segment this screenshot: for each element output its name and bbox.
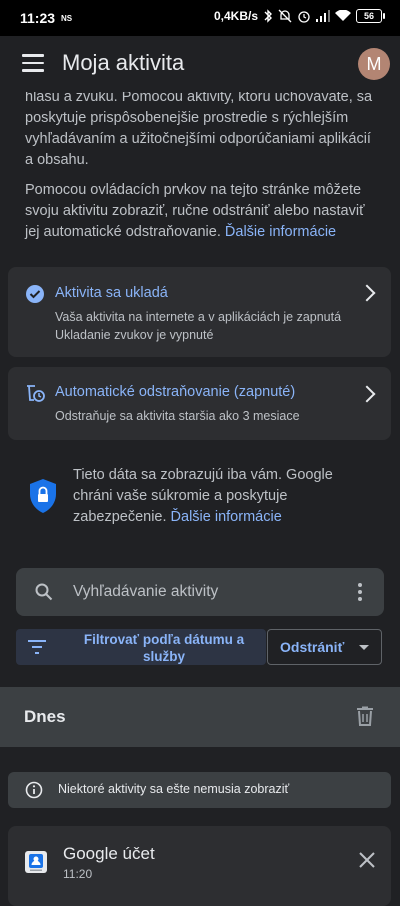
app-bar: Moja aktivita M — [0, 36, 400, 92]
activity-item-title: Google účet — [63, 844, 155, 863]
search-bar[interactable]: Vyhľadávanie aktivity — [16, 568, 384, 616]
page-title: Moja aktivita — [62, 50, 185, 75]
battery-icon: 56 — [356, 9, 385, 23]
shield-lock-icon — [30, 479, 56, 513]
check-circle-icon — [26, 285, 44, 303]
avatar[interactable]: M — [358, 48, 390, 80]
activity-saving-line-2: Ukladanie zvukov je vypnuté — [55, 328, 214, 342]
auto-delete-icon — [27, 385, 45, 402]
status-bar: 11:23 NS 0,4KB/s 56 — [0, 0, 400, 36]
signal-icon — [316, 10, 330, 22]
activity-item[interactable]: Google účet 11:20 — [8, 826, 391, 906]
delete-dropdown-button[interactable]: Odstrániť — [267, 629, 382, 665]
chevron-right-icon — [358, 385, 376, 403]
search-icon — [35, 583, 53, 601]
close-icon[interactable] — [357, 850, 377, 870]
bluetooth-icon — [264, 9, 272, 23]
auto-delete-card[interactable]: Automatické odstraňovanie (zapnuté) Odst… — [8, 367, 391, 440]
chevron-right-icon — [358, 284, 376, 302]
dropdown-caret-icon — [359, 645, 369, 650]
activity-item-time: 11:20 — [63, 867, 93, 881]
today-section-header: Dnes — [0, 687, 400, 747]
filter-icon — [28, 640, 46, 654]
info-icon — [25, 781, 43, 799]
notice-text: Niektoré aktivity sa ešte nemusia zobraz… — [58, 782, 290, 796]
mute-bell-icon — [278, 9, 292, 23]
more-options-icon[interactable] — [358, 583, 362, 604]
hamburger-menu-icon[interactable] — [22, 54, 44, 72]
delete-label: Odstrániť — [280, 639, 345, 655]
auto-delete-title: Automatické odstraňovanie (zapnuté) — [55, 384, 296, 400]
alarm-icon — [298, 11, 310, 23]
auto-delete-line: Odstraňuje sa aktivita staršia ako 3 mes… — [55, 409, 300, 423]
status-ns-badge: NS — [61, 14, 73, 23]
learn-more-link[interactable]: Ďalšie informácie — [225, 224, 336, 240]
intro-controls-paragraph: Pomocou ovládacích prvkov na tejto strán… — [25, 180, 380, 243]
privacy-notice: Tieto dáta sa zobrazujú iba vám. Google … — [73, 465, 373, 528]
network-speed: 0,4KB/s — [213, 9, 258, 23]
activity-saving-line-1: Vaša aktivita na internete a v aplikáciá… — [55, 310, 342, 324]
status-time: 11:23 — [20, 10, 56, 26]
search-input[interactable]: Vyhľadávanie aktivity — [73, 583, 218, 601]
activity-saving-title: Aktivita sa ukladá — [55, 285, 168, 301]
filter-button[interactable]: Filtrovať podľa dátumu a služby — [16, 629, 266, 665]
pending-activity-notice: Niektoré aktivity sa ešte nemusia zobraz… — [8, 772, 391, 808]
google-account-icon — [25, 851, 47, 873]
wifi-icon — [335, 10, 351, 21]
privacy-learn-more-link[interactable]: Ďalšie informácie — [171, 509, 282, 525]
intro-paragraph: hlasu a zvuku. Pomocou aktivity, ktorú u… — [25, 89, 373, 168]
status-indicators: 0,4KB/s 56 — [213, 9, 385, 23]
today-label: Dnes — [24, 707, 66, 726]
trash-icon[interactable] — [356, 706, 374, 726]
filter-label: Filtrovať podľa dátumu a služby — [83, 632, 245, 664]
activity-saving-card[interactable]: Aktivita sa ukladá Vaša aktivita na inte… — [8, 267, 391, 357]
